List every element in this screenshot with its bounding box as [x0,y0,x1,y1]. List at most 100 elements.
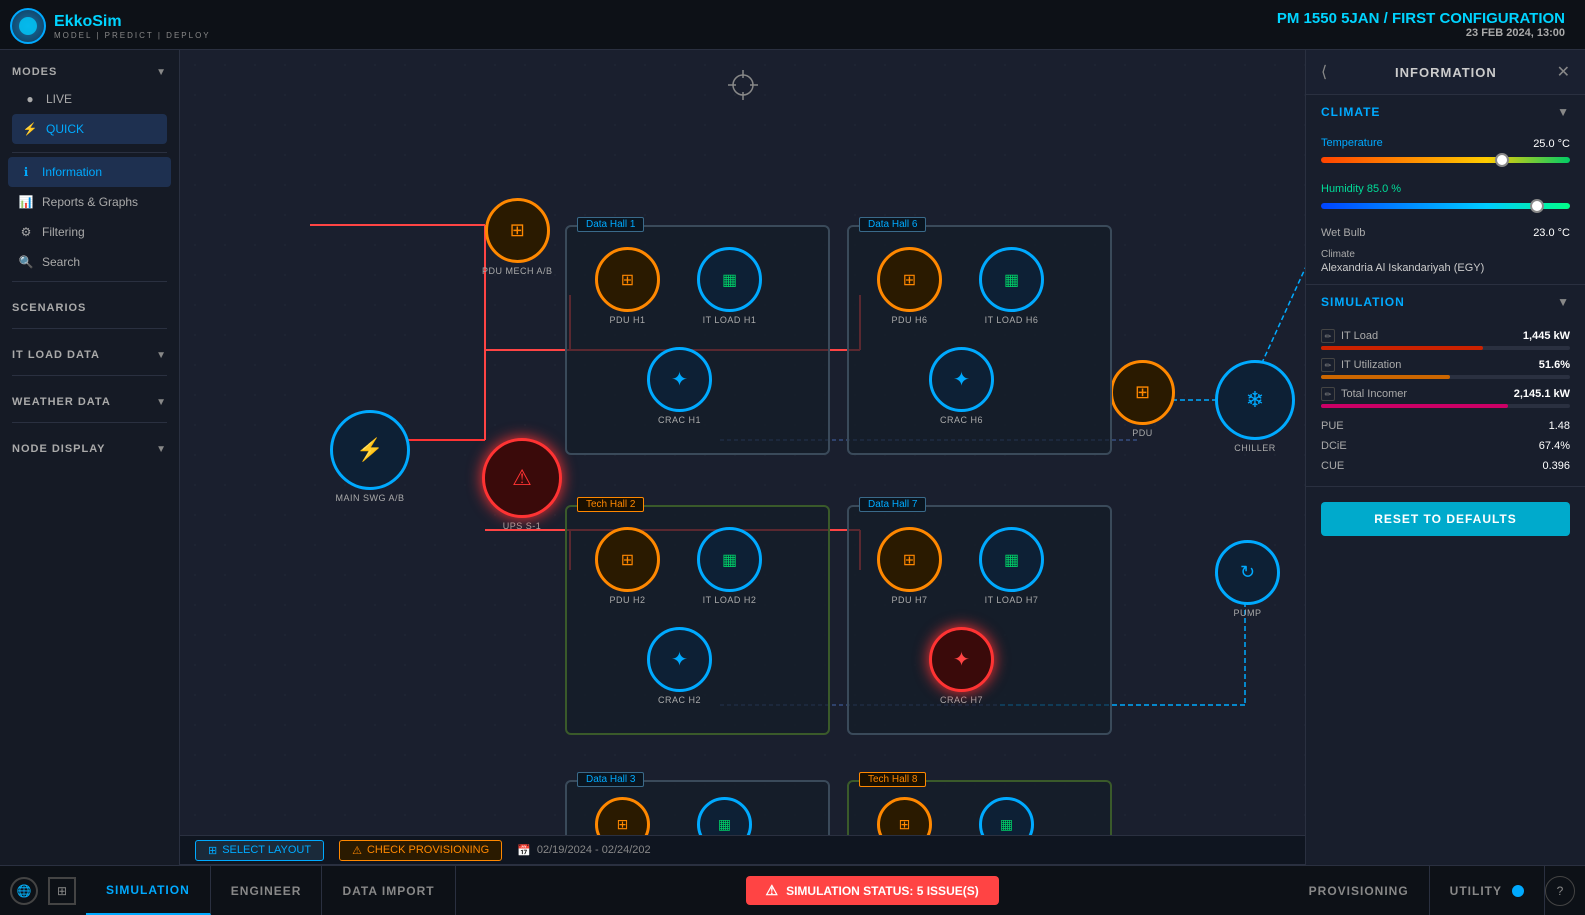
crac-h6-circle[interactable]: ✦ [929,347,994,412]
pdu-h7-circle[interactable]: ⊞ [877,527,942,592]
hall-label-2: Tech Hall 2 [577,497,644,512]
weather-chevron: ▼ [156,397,167,408]
partial-4-circle[interactable]: ▦ [979,797,1034,835]
scenarios-header[interactable]: SCENARIOS [12,296,167,320]
it-load-data-header[interactable]: IT LOAD DATA ▼ [12,343,167,367]
it-load-h7-circle[interactable]: ▦ [979,527,1044,592]
wet-bulb-label: Wet Bulb [1321,227,1365,239]
node-pdu-h1[interactable]: ⊞ PDU H1 [595,247,660,325]
node-partial-1[interactable]: ⊞ [595,797,650,835]
node-chiller[interactable]: ❄ CHILLER [1215,360,1295,453]
sidebar-item-reports[interactable]: 📊 Reports & Graphs [8,187,171,217]
node-ups[interactable]: ⚠ UPS S-1 [482,438,562,531]
it-load-h6-circle[interactable]: ▦ [979,247,1044,312]
sidebar-item-quick[interactable]: ⚡ QUICK [12,114,167,144]
dcie-label: DCiE [1321,440,1347,452]
node-it-load-h1[interactable]: ▦ IT LOAD H1 [697,247,762,325]
chiller-circle[interactable]: ❄ [1215,360,1295,440]
reset-defaults-btn[interactable]: RESET TO DEFAULTS [1321,502,1570,536]
crac-h2-circle[interactable]: ✦ [647,627,712,692]
node-crac-h2[interactable]: ✦ CRAC H2 [647,627,712,705]
node-partial-2[interactable]: ▦ [697,797,752,835]
node-it-load-h7[interactable]: ▦ IT LOAD H7 [979,527,1044,605]
node-pdu-h7[interactable]: ⊞ PDU H7 [877,527,942,605]
it-load-h2-circle[interactable]: ▦ [697,527,762,592]
simulation-section-header[interactable]: SIMULATION ▼ [1306,285,1585,319]
select-layout-btn[interactable]: ⊞ SELECT LAYOUT [195,840,324,861]
sidebar-item-information[interactable]: ℹ Information [8,157,171,187]
weather-data-header[interactable]: WEATHER DATA ▼ [12,390,167,414]
node-crac-h1[interactable]: ✦ CRAC H1 [647,347,712,425]
humidity-row: Humidity 85.0 % [1306,175,1585,221]
partial-3-circle[interactable]: ⊞ [877,797,932,835]
partial-1-circle[interactable]: ⊞ [595,797,650,835]
modes-section-header[interactable]: MODES ▼ [12,60,167,84]
temperature-slider-track[interactable] [1321,157,1570,163]
grid-btn[interactable]: ⊞ [48,877,76,905]
temperature-row: Temperature 25.0 °C [1306,129,1585,175]
sidebar-item-search[interactable]: 🔍 Search [8,247,171,277]
crac-h1-circle[interactable]: ✦ [647,347,712,412]
humidity-slider-track[interactable] [1321,203,1570,209]
pue-value: 1.48 [1549,420,1570,432]
sidebar-item-filtering[interactable]: ⚙ Filtering [8,217,171,247]
main-swg-circle[interactable]: ⚡ [330,410,410,490]
partial-2-circle[interactable]: ▦ [697,797,752,835]
check-provisioning-btn[interactable]: ⚠ CHECK PROVISIONING [339,840,502,861]
panel-close-btn[interactable]: ✕ [1557,62,1570,82]
temperature-slider-thumb[interactable] [1495,153,1509,167]
node-crac-h6[interactable]: ✦ CRAC H6 [929,347,994,425]
simulation-section: SIMULATION ▼ ✏ IT Load 1,445 kW [1306,285,1585,487]
it-util-edit-btn[interactable]: ✏ [1321,358,1335,372]
climate-chevron: ▼ [1557,105,1570,119]
globe-btn[interactable]: 🌐 [10,877,38,905]
total-incomer-row: ✏ Total Incomer 2,145.1 kW [1321,387,1570,408]
tab-simulation[interactable]: SIMULATION [86,866,211,915]
pdu-h2-circle[interactable]: ⊞ [595,527,660,592]
humidity-slider-thumb[interactable] [1530,199,1544,213]
node-pdu-h2[interactable]: ⊞ PDU H2 [595,527,660,605]
node-partial-3[interactable]: ⊞ [877,797,932,835]
tab-data-import[interactable]: DATA IMPORT [322,866,455,915]
panel-collapse-btn[interactable]: ⟨ [1321,62,1327,82]
pump-bottom-circle[interactable]: ↻ [1215,540,1280,605]
node-pdu-top[interactable]: ⊞ PDU [1110,360,1175,438]
tab-engineer[interactable]: ENGINEER [211,866,323,915]
it-load-h1-circle[interactable]: ▦ [697,247,762,312]
search-icon: 🔍 [18,254,34,270]
node-crac-h7[interactable]: ✦ CRAC H7 [929,627,994,705]
it-util-label: IT Utilization [1341,359,1401,371]
node-main-swg[interactable]: ⚡ MAIN SWG A/B [330,410,410,503]
node-pump-bottom[interactable]: ↻ PUMP [1215,540,1280,618]
node-it-load-h6[interactable]: ▦ IT LOAD H6 [979,247,1044,325]
crac-h7-circle[interactable]: ✦ [929,627,994,692]
sidebar-item-live[interactable]: ● LIVE [12,84,167,114]
simulation-chevron: ▼ [1557,295,1570,309]
quick-icon: ⚡ [22,121,38,137]
node-it-load-h2[interactable]: ▦ IT LOAD H2 [697,527,762,605]
pue-row: PUE 1.48 [1321,416,1570,436]
pdu-h1-circle[interactable]: ⊞ [595,247,660,312]
node-display-header[interactable]: NODE DISPLAY ▼ [12,437,167,461]
it-load-h7-label: IT LOAD H7 [985,595,1039,605]
sidebar-divider-2 [12,281,167,282]
logo: EkkoSim MODEL | PREDICT | DEPLOY [10,8,211,44]
node-pdu-mech[interactable]: ⊞ PDU MECH A/B [482,198,553,276]
climate-section-header[interactable]: CLIMATE ▼ [1306,95,1585,129]
cue-value: 0.396 [1542,460,1570,472]
tab-provisioning[interactable]: PROVISIONING [1289,866,1430,915]
pdu-h6-circle[interactable]: ⊞ [877,247,942,312]
right-panel: ⟨ INFORMATION ✕ CLIMATE ▼ Temperature 25… [1305,50,1585,915]
bottom-bar: 🌐 ⊞ SIMULATION ENGINEER DATA IMPORT ⚠ SI… [0,865,1585,915]
pdu-top-circle[interactable]: ⊞ [1110,360,1175,425]
node-pdu-h6[interactable]: ⊞ PDU H6 [877,247,942,325]
main-swg-label: MAIN SWG A/B [335,493,404,503]
it-load-bar-track [1321,346,1570,350]
tab-utility[interactable]: UTILITY [1430,866,1545,915]
pdu-mech-circle[interactable]: ⊞ [485,198,550,263]
node-partial-4[interactable]: ▦ [979,797,1034,835]
it-load-edit-btn[interactable]: ✏ [1321,329,1335,343]
ups-circle[interactable]: ⚠ [482,438,562,518]
help-btn[interactable]: ? [1545,876,1575,906]
total-incomer-edit-btn[interactable]: ✏ [1321,387,1335,401]
